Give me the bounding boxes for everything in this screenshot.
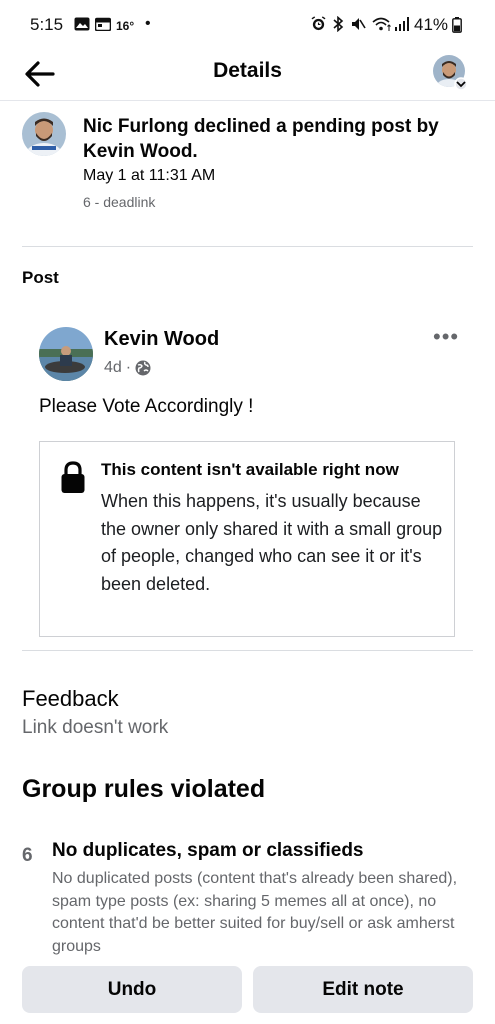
- post-text: Please Vote Accordingly !: [39, 396, 254, 417]
- mute-icon: [352, 18, 366, 30]
- post-section-label: Post: [22, 268, 59, 287]
- avatar-image: [39, 327, 93, 381]
- divider: [22, 650, 473, 651]
- content-unavailable-box: This content isn't available right now W…: [39, 441, 455, 637]
- meta-separator: ·: [125, 359, 132, 376]
- unavailable-body: When this happens, it's usually because …: [101, 491, 443, 594]
- divider: [22, 246, 473, 247]
- wifi-icon: [372, 17, 391, 31]
- alarm-icon: [311, 16, 326, 31]
- post-meta: 4d ·: [104, 359, 151, 377]
- globe-icon: [135, 360, 151, 376]
- post-author-avatar[interactable]: [39, 327, 93, 381]
- activity-subtitle: 6 - deadlink: [83, 194, 156, 210]
- post-age: 4d: [104, 359, 122, 376]
- rule-number: 6: [22, 845, 33, 866]
- activity-text: Nic Furlong declined a pending post by K…: [83, 116, 439, 162]
- feedback-title: Feedback: [22, 686, 119, 711]
- page-title: Details: [213, 59, 282, 82]
- notification-dot: •: [145, 15, 151, 32]
- post-author-name[interactable]: Kevin Wood: [104, 328, 219, 351]
- battery-percent: 41%: [414, 15, 449, 34]
- edit-note-button[interactable]: Edit note: [253, 966, 473, 1013]
- avatar-image: [22, 112, 66, 156]
- lock-icon: [61, 461, 85, 493]
- status-temperature: 16°: [116, 19, 135, 33]
- signal-icon: [395, 17, 409, 31]
- header: Details: [0, 48, 495, 101]
- rule-description: No duplicated posts (content that's alre…: [52, 870, 458, 955]
- status-time: 5:15: [30, 15, 64, 34]
- battery-icon: [452, 17, 462, 33]
- undo-button[interactable]: Undo: [22, 966, 242, 1013]
- gallery-icon: [74, 17, 90, 31]
- activity-time: May 1 at 11:31 AM: [83, 167, 216, 184]
- chevron-down-icon: [456, 81, 466, 88]
- status-bar: 5:15 16° • 41%: [0, 0, 495, 48]
- group-rules-title: Group rules violated: [22, 775, 266, 803]
- profile-avatar-button[interactable]: [432, 55, 468, 91]
- more-options-icon[interactable]: •••: [433, 324, 459, 350]
- feedback-value: Link doesn't work: [22, 717, 169, 738]
- unavailable-title: This content isn't available right now: [101, 460, 399, 479]
- rule-title: No duplicates, spam or classifieds: [52, 840, 364, 861]
- calendar-icon: [95, 17, 111, 31]
- bluetooth-icon: [333, 16, 344, 32]
- actor-avatar[interactable]: [22, 112, 66, 156]
